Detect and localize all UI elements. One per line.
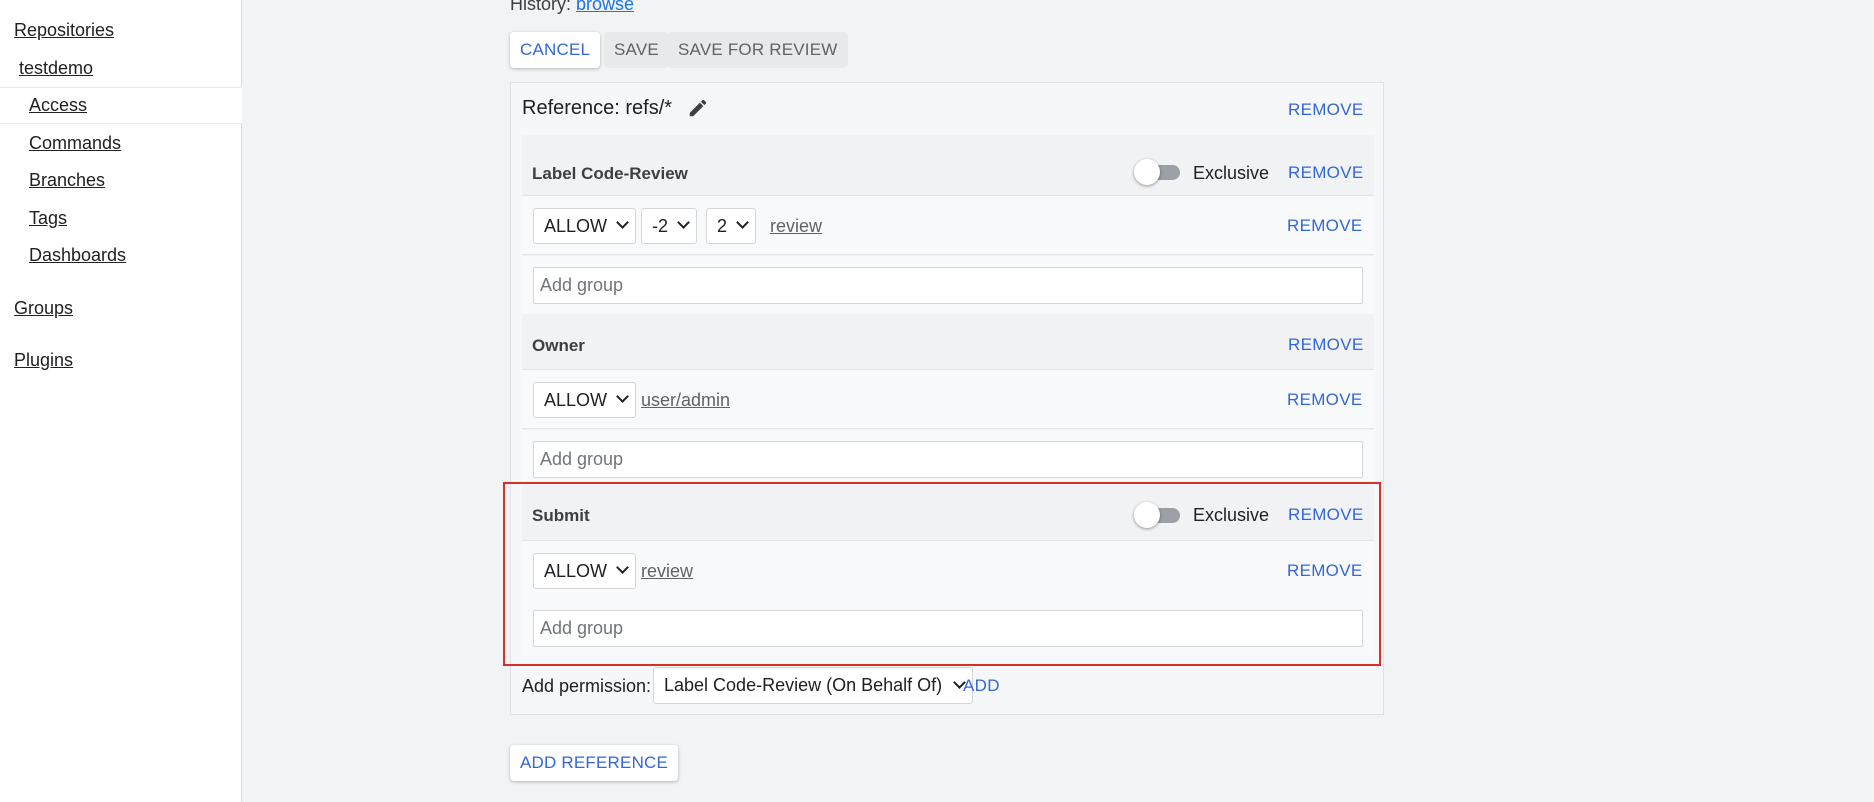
- group-link[interactable]: user/admin: [641, 390, 730, 411]
- action-select-value: ALLOW: [544, 216, 608, 236]
- exclusive-toggle[interactable]: [1134, 502, 1180, 528]
- cancel-button[interactable]: CANCEL: [510, 32, 601, 68]
- chevron-down-icon: [616, 390, 629, 403]
- chevron-down-icon: [736, 216, 749, 229]
- action-select-value: ALLOW: [544, 561, 608, 581]
- main-content: History: browse CANCEL SAVE SAVE FOR REV…: [242, 0, 1874, 802]
- add-reference-button[interactable]: ADD REFERENCE: [510, 745, 679, 781]
- exclusive-label: Exclusive: [1193, 163, 1270, 183]
- chevron-down-icon: [677, 216, 690, 229]
- reference-title: Reference: refs/*: [522, 97, 673, 119]
- sidebar-item-access[interactable]: Access: [29, 95, 87, 116]
- sidebar-item-dashboards[interactable]: Dashboards: [29, 245, 126, 266]
- reference-card: Reference: refs/* REMOVE Label Code-Revi…: [510, 82, 1384, 715]
- min-value: -2: [652, 216, 669, 236]
- sidebar-item-branches[interactable]: Branches: [29, 170, 105, 191]
- permission-title: Owner: [532, 336, 585, 355]
- exclusive-label: Exclusive: [1193, 505, 1270, 525]
- add-permission-label: Add permission:: [522, 676, 652, 696]
- rule-row: ALLOW user/admin REMOVE: [522, 369, 1374, 429]
- remove-rule-button[interactable]: REMOVE: [1287, 561, 1362, 581]
- add-group-row: [522, 430, 1374, 488]
- action-select[interactable]: ALLOW: [533, 382, 637, 418]
- remove-rule-button[interactable]: REMOVE: [1287, 390, 1362, 410]
- sidebar-link-plugins[interactable]: Plugins: [14, 350, 73, 371]
- remove-permission-button[interactable]: REMOVE: [1288, 335, 1363, 355]
- history-browse-link[interactable]: browse: [576, 0, 634, 14]
- add-group-row: [522, 599, 1374, 657]
- save-for-review-button[interactable]: SAVE FOR REVIEW: [668, 32, 848, 68]
- pencil-icon[interactable]: [687, 97, 709, 119]
- add-group-row: [522, 256, 1374, 314]
- add-permission-selected: Label Code-Review (On Behalf Of): [664, 675, 943, 695]
- sidebar-item-commands[interactable]: Commands: [29, 133, 121, 154]
- group-link[interactable]: review: [641, 561, 693, 582]
- group-link[interactable]: review: [770, 216, 822, 237]
- add-group-input[interactable]: [533, 610, 1363, 647]
- remove-permission-button[interactable]: REMOVE: [1288, 163, 1363, 183]
- sidebar-item-tags[interactable]: Tags: [29, 208, 67, 229]
- history-line: History: browse: [510, 0, 634, 15]
- max-value-select[interactable]: 2: [706, 208, 757, 244]
- add-permission-button[interactable]: ADD: [963, 676, 1000, 696]
- sidebar-link-repositories[interactable]: Repositories: [14, 20, 114, 41]
- permission-owner: Owner REMOVE ALLOW user/admin REMOVE: [522, 315, 1374, 488]
- chevron-down-icon: [616, 216, 629, 229]
- exclusive-toggle[interactable]: [1134, 159, 1180, 185]
- add-group-input[interactable]: [533, 441, 1363, 478]
- permission-submit: Submit Exclusive REMOVE ALLOW review REM…: [522, 485, 1374, 657]
- rule-row: ALLOW review REMOVE: [522, 540, 1374, 600]
- add-permission-select[interactable]: Label Code-Review (On Behalf Of): [653, 667, 974, 704]
- remove-reference-button[interactable]: REMOVE: [1288, 100, 1363, 120]
- max-value: 2: [717, 216, 728, 236]
- toggle-knob: [1134, 502, 1160, 528]
- history-label: History:: [510, 0, 572, 14]
- remove-rule-button[interactable]: REMOVE: [1287, 216, 1362, 236]
- remove-permission-button[interactable]: REMOVE: [1288, 505, 1363, 525]
- permission-title: Submit: [532, 506, 590, 525]
- permission-title: Label Code-Review: [532, 164, 688, 183]
- sidebar: Repositories testdemo Access Commands Br…: [0, 0, 242, 802]
- action-select[interactable]: ALLOW: [533, 208, 637, 244]
- sidebar-link-repo[interactable]: testdemo: [19, 58, 93, 79]
- action-select-value: ALLOW: [544, 390, 608, 410]
- permission-label-code-review: Label Code-Review Exclusive REMOVE ALLOW…: [522, 135, 1374, 315]
- sidebar-link-groups[interactable]: Groups: [14, 298, 73, 319]
- save-button[interactable]: SAVE: [604, 32, 669, 68]
- add-group-input[interactable]: [533, 267, 1363, 304]
- action-select[interactable]: ALLOW: [533, 553, 637, 589]
- min-value-select[interactable]: -2: [641, 208, 698, 244]
- toggle-knob: [1134, 159, 1160, 185]
- rule-row: ALLOW -2 2 review REMOVE: [522, 195, 1374, 255]
- chevron-down-icon: [616, 561, 629, 574]
